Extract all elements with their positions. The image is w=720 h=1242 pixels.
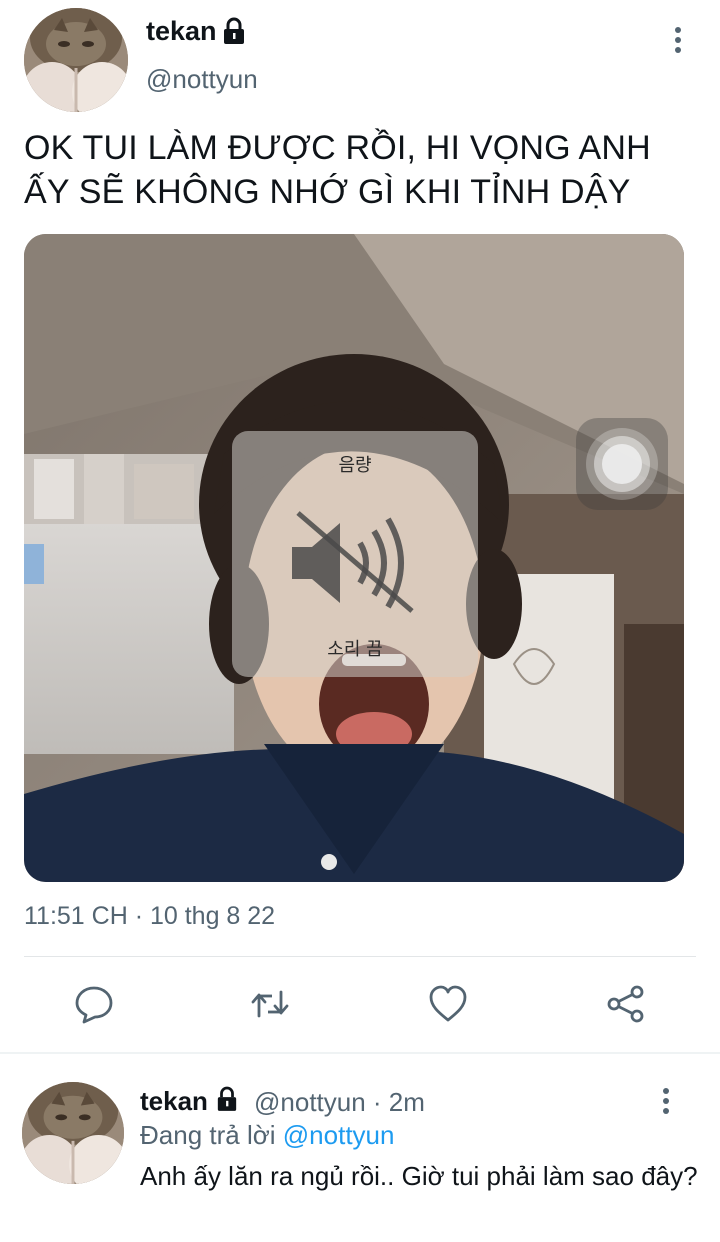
assistive-touch-button[interactable] [576,418,668,510]
tweet-timestamp[interactable]: 11:51 CH · 10 thg 8 22 [24,902,275,931]
divider [24,956,696,957]
reply-tweet[interactable]: tekan @nottyun · 2m Đang trả lời @nottyu… [0,1056,720,1242]
volume-hud: 음량 소리 끔 [232,431,478,677]
volume-hud-status: 소리 끔 [327,639,383,660]
reply-icon[interactable] [74,984,114,1024]
tweet-header: tekan @nottyun [0,0,720,120]
divider [0,1052,720,1054]
volume-muted-icon [292,511,414,613]
like-icon[interactable] [428,984,468,1024]
replying-to-label: Đang trả lời [140,1120,283,1150]
reply-avatar[interactable] [22,1082,124,1184]
reply-author-name[interactable]: tekan [140,1086,208,1117]
author-handle[interactable]: @nottyun [146,64,258,95]
avatar[interactable] [24,8,128,112]
share-icon[interactable] [606,984,646,1024]
replying-to-mention[interactable]: @nottyun [283,1120,395,1150]
lock-icon [224,17,244,44]
volume-hud-title: 음량 [338,455,372,476]
more-options-icon[interactable] [664,24,692,56]
retweet-icon[interactable] [250,984,290,1024]
more-options-icon[interactable] [652,1086,680,1116]
reply-handle-time[interactable]: @nottyun · 2m [254,1087,425,1118]
author-display-name[interactable]: tekan [146,16,217,47]
lock-icon [217,1086,237,1111]
reply-text: Anh ấy lăn ra ngủ rồi.. Giờ tui phải làm… [140,1161,698,1191]
replying-to: Đang trả lời @nottyun [140,1120,394,1151]
tweet-text: OK TUI LÀM ĐƯỢC RỒI, HI VỌNG ANH ẤY SẼ K… [24,129,651,211]
assistive-touch-dot [602,444,642,484]
